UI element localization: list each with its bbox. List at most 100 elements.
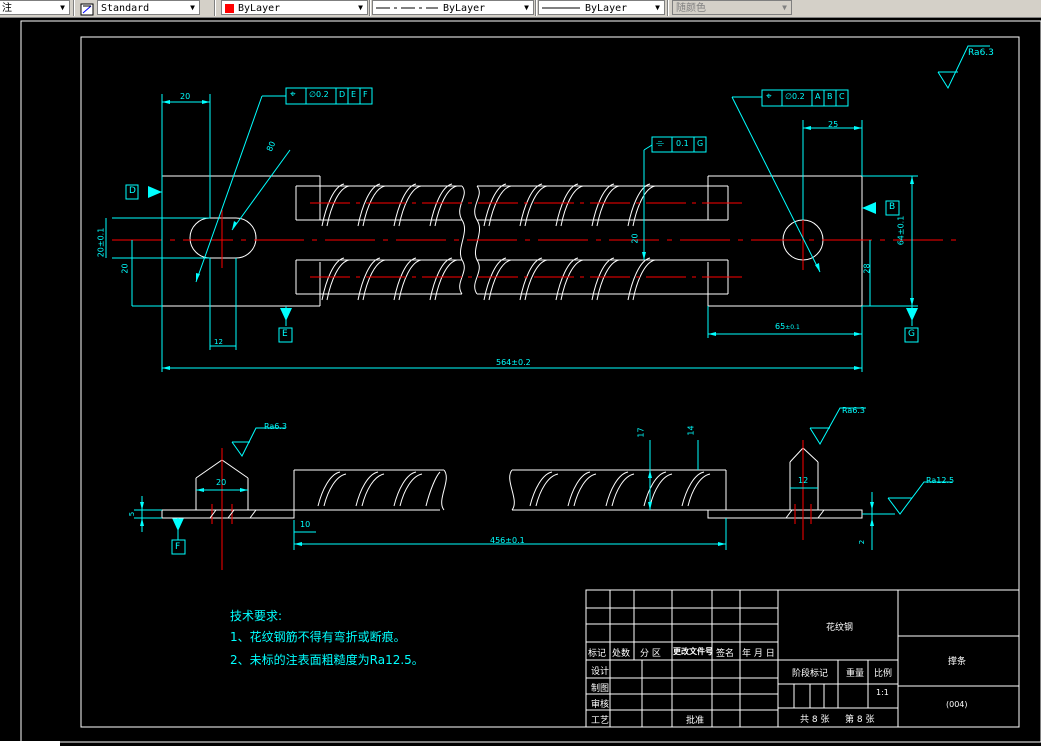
tb-header-date: 年 月 日 (742, 649, 775, 659)
section-hatch (209, 509, 825, 519)
roughness-corner-label: Ra6.3 (968, 48, 994, 58)
dim-65-value: 65 (775, 322, 786, 331)
dim-20-center: 20 (630, 233, 640, 244)
linetype-dropdown[interactable]: ByLayer ▼ (372, 0, 534, 15)
fcf-left-datum-3: F (363, 90, 368, 99)
dim-right-vert: 64±0.1 (896, 215, 906, 246)
fcf-right-datum-1: A (815, 92, 821, 101)
toolbar-separator (73, 0, 75, 16)
tb-role-draw: 制图 (591, 684, 610, 694)
plot-style-value: 随颜色 (676, 3, 706, 14)
fcf-mid-tolerance: 0.1 (676, 139, 689, 148)
chevron-down-icon[interactable]: ▼ (521, 2, 532, 13)
dim-12: 12 (214, 338, 223, 346)
fcf-right-datum-3: C (839, 92, 845, 101)
tb-sheets-total: 共 8 张 (800, 715, 830, 725)
tb-header-change-doc: 更改文件号 (673, 647, 713, 656)
dim-14: 14 (686, 425, 696, 436)
fcf-left-datum-1: D (339, 90, 346, 99)
color-dropdown[interactable]: ByLayer ▼ (221, 0, 368, 15)
tb-role-process: 工艺 (591, 716, 610, 726)
chevron-down-icon[interactable]: ▼ (57, 2, 68, 13)
dim-style-dropdown[interactable]: Standard ▼ (97, 0, 200, 15)
toolbar-separator (214, 0, 216, 16)
color-value: ByLayer (238, 3, 281, 14)
chevron-down-icon[interactable]: ▼ (187, 2, 198, 13)
dim-65: 65±0.1 (775, 322, 800, 331)
roughness-right-label: Ra12.5 (926, 476, 955, 485)
color-swatch (225, 4, 234, 13)
fcf-left-tolerance: ∅0.2 (309, 90, 329, 99)
model-space-canvas[interactable]: 20 80 25 20 20±0.1 20 28 64±0.1 65±0.1 5… (0, 18, 1041, 746)
toolbar-separator (535, 0, 537, 16)
lineweight-preview-icon (542, 7, 580, 9)
front-view-outline (161, 447, 863, 519)
text-style-dropdown[interactable]: 注 ▼ (0, 0, 70, 15)
dim-25: 25 (828, 120, 839, 129)
dim-20-left: 20 (120, 263, 130, 274)
dim-17: 17 (636, 427, 646, 438)
outer-border (20, 20, 1041, 743)
dim-style-value: Standard (101, 3, 150, 14)
inner-border (80, 36, 1020, 728)
tb-scale: 比例 (874, 669, 893, 679)
fcf-mid-symbol: ⌯ (656, 138, 664, 149)
dim-20-end: 20 (216, 478, 227, 487)
top-view-outline (161, 175, 863, 307)
status-bar-fragment (0, 741, 60, 746)
tb-role-check: 审核 (591, 700, 610, 710)
linetype-value: ByLayer (443, 3, 486, 14)
dim-2: 2 (858, 539, 867, 545)
dim-28: 28 (862, 263, 872, 274)
tb-header-sign: 签名 (716, 649, 735, 659)
chevron-down-icon[interactable]: ▼ (652, 2, 663, 13)
drawing-name: 撑条 (948, 657, 967, 667)
linetype-preview-icon (376, 7, 438, 9)
fcf-left-datum-2: E (351, 90, 357, 99)
drawing-number: (004) (946, 700, 968, 709)
rebar-ribs (321, 183, 656, 301)
feature-control-frames (285, 87, 849, 153)
chevron-down-icon[interactable]: ▼ (355, 2, 366, 13)
toolbar-separator (369, 0, 371, 16)
tb-header-zone: 分 区 (640, 649, 661, 659)
dim-12-end: 12 (798, 476, 809, 485)
tb-approve: 批准 (686, 716, 705, 726)
part-name: 花纹钢 (826, 623, 854, 633)
centerlines (112, 202, 960, 278)
dim-10: 10 (300, 520, 311, 529)
datum-e: E (282, 329, 288, 339)
fcf-left-position-symbol: ⌖ (290, 89, 296, 100)
plot-style-dropdown: 随颜色 ▼ (672, 0, 792, 15)
tb-weight: 重量 (846, 669, 865, 679)
dim-65-tolerance: ±0.1 (785, 324, 800, 331)
toolbar-separator (667, 0, 669, 16)
dim-20-top: 20 (180, 92, 191, 101)
front-dimension-lines (134, 407, 952, 550)
datum-g: G (908, 329, 915, 339)
dim-5: 5 (128, 511, 137, 517)
slot-hole (189, 217, 257, 259)
chevron-down-icon: ▼ (782, 3, 787, 12)
lineweight-value: ByLayer (585, 3, 628, 14)
notes-title: 技术要求: (230, 609, 283, 623)
tb-role-design: 设计 (591, 667, 610, 677)
datum-d: D (129, 186, 136, 196)
tb-header-mark: 标记 (588, 649, 607, 659)
tb-header-count: 处数 (612, 649, 631, 659)
fcf-right-tolerance: ∅0.2 (785, 92, 805, 101)
datum-f: F (175, 542, 181, 552)
tb-scale-value: 1:1 (876, 688, 889, 697)
properties-toolbar: 注 ▼ Standard ▼ ByLayer ▼ ByLayer ▼ ByLay… (0, 0, 1041, 18)
fcf-right-datum-2: B (827, 92, 833, 101)
front-centerlines (211, 440, 812, 570)
tb-stage-mark: 阶段标记 (792, 669, 829, 679)
drawing-svg (20, 20, 1041, 743)
datum-b: B (889, 202, 896, 212)
text-style-value: 注 (2, 3, 12, 14)
fcf-right-position-symbol: ⌖ (766, 91, 772, 102)
dim-style-icon[interactable] (80, 1, 94, 16)
dim-564: 564±0.2 (496, 358, 531, 367)
lineweight-dropdown[interactable]: ByLayer ▼ (538, 0, 665, 15)
tb-sheet-number: 第 8 张 (845, 715, 875, 725)
